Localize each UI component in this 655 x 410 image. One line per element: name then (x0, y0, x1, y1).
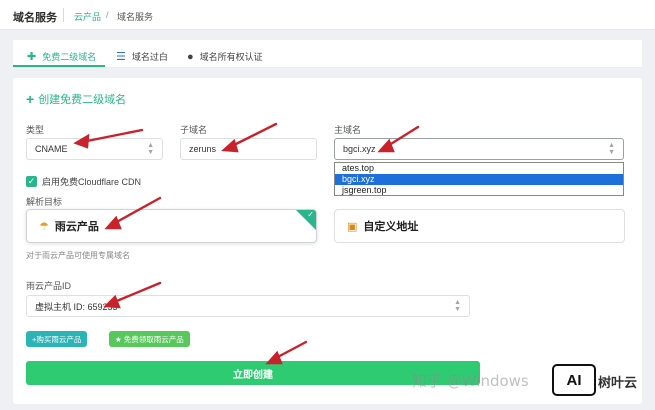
product-id-label: 雨云产品ID (26, 281, 72, 291)
tab-free-subdomain[interactable]: ✚ 免费二级域名 (27, 50, 96, 63)
section-title-text: 创建免费二级域名 (38, 94, 127, 106)
type-label: 类型 (26, 125, 45, 135)
tab-label: 域名所有权认证 (199, 52, 263, 62)
dropdown-option[interactable]: jsgreen.top (335, 185, 623, 196)
select-caret-icon: ▲ ▼ (454, 299, 461, 313)
title-divider (63, 8, 64, 22)
cdn-checkbox-label: 启用免费Cloudflare CDN (42, 177, 142, 187)
plus-icon: + (26, 91, 35, 107)
type-value: CNAME (35, 144, 68, 154)
subdomain-input[interactable]: zeruns (180, 138, 317, 160)
main-domain-select[interactable]: bgci.xyz ▲ ▼ (334, 138, 624, 160)
check-icon: ✓ (307, 210, 314, 219)
product-id-select[interactable]: 虚拟主机 ID: 659253 ▲ ▼ (26, 295, 470, 317)
user-icon: ● (187, 50, 194, 63)
cdn-checkbox[interactable]: ✓ 启用免费Cloudflare CDN (26, 175, 141, 188)
select-caret-icon: ▲ ▼ (608, 142, 615, 156)
target-label: 解析目标 (26, 197, 63, 207)
tab-label: 域名过白 (131, 52, 168, 62)
target-option-product-label: 雨云产品 (54, 221, 99, 233)
page-title: 域名服务 (13, 12, 57, 24)
free-product-button[interactable]: ★ 免费领取雨云产品 (109, 331, 190, 347)
target-hint: 对于雨云产品可使用专属域名 (26, 251, 130, 260)
target-option-custom-label: 自定义地址 (363, 221, 419, 233)
brand-watermark: 树叶云 (598, 375, 638, 390)
section-title: + 创建免费二级域名 (26, 91, 126, 107)
breadcrumb-separator: / (106, 10, 109, 20)
active-tab-indicator (13, 65, 105, 67)
free-product-button-label: 免费领取雨云产品 (123, 334, 184, 344)
tab-bar: ✚ 免费二级域名 ☰ 域名过白 ● 域名所有权认证 (13, 40, 642, 68)
zhihu-watermark: 知乎 @Windows (412, 372, 529, 390)
tab-domain-ownership[interactable]: ● 域名所有权认证 (187, 50, 263, 63)
dropdown-option-selected[interactable]: bgci.xyz (335, 174, 623, 185)
dropdown-option[interactable]: ates.top (335, 163, 623, 174)
subdomain-label: 子域名 (180, 125, 208, 135)
subdomain-value: zeruns (189, 144, 217, 154)
target-option-custom[interactable]: ▣ 自定义地址 (334, 209, 625, 243)
create-subdomain-card: + 创建免费二级域名 类型 CNAME ▲ ▼ 子域名 zeruns 主域名 bg… (13, 78, 642, 404)
tab-label: 免费二级域名 (42, 52, 97, 62)
lock-icon: ▣ (347, 220, 358, 233)
breadcrumb-current: 域名服务 (117, 12, 154, 22)
breadcrumb-cloud-products[interactable]: 云产品 (74, 10, 101, 23)
select-caret-icon: ▲ ▼ (147, 142, 154, 156)
top-bar: 域名服务 云产品 / 域名服务 (0, 0, 655, 30)
main-domain-label: 主域名 (334, 125, 362, 135)
target-option-product[interactable]: ☂ 雨云产品 ✓ (26, 209, 317, 243)
rainbow-icon: ☂ (39, 220, 49, 233)
type-select[interactable]: CNAME ▲ ▼ (26, 138, 163, 160)
star-icon: ★ (115, 334, 122, 344)
ai-logo: AI (552, 364, 596, 396)
main-domain-dropdown: ates.top bgci.xyz jsgreen.top (334, 162, 624, 196)
main-domain-value: bgci.xyz (343, 144, 376, 154)
check-icon: ✓ (26, 176, 37, 187)
product-id-value: 虚拟主机 ID: 659253 (35, 301, 118, 312)
list-icon: ☰ (116, 50, 126, 63)
tab-domain-whitelist[interactable]: ☰ 域名过白 (116, 50, 168, 63)
plus-icon: ✚ (27, 50, 37, 63)
buy-product-button[interactable]: +购买雨云产品 (26, 331, 88, 347)
